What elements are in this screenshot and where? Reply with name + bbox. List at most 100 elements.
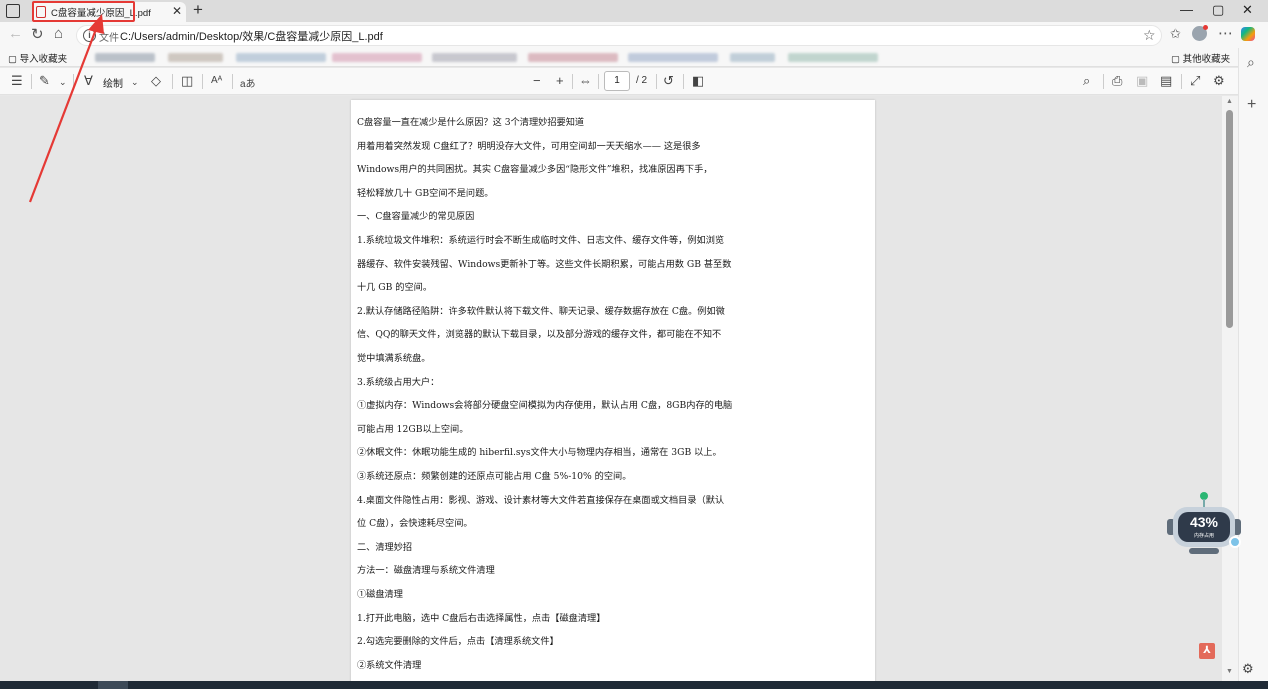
document-viewport[interactable]: C盘容量一直在减少是什么原因？这 3个清理妙招要知道 用着用着突然发现 C盘红了？… <box>0 96 1222 689</box>
back-icon[interactable]: ← <box>8 25 23 42</box>
scroll-up-icon[interactable]: ▲ <box>1226 98 1233 105</box>
eraser-icon[interactable]: ◇ <box>151 73 161 89</box>
document-line: 可能占用 12GB以上空间。 <box>357 423 469 435</box>
acrobat-icon[interactable]: ⅄ <box>1199 643 1215 659</box>
address-bar[interactable]: i 文件 C:/Users/admin/Desktop/效果/C盘容量减少原因_… <box>76 25 1162 46</box>
document-line: 位 C盘），会快速耗尽空间。 <box>357 518 473 530</box>
toolbar-divider <box>172 74 173 89</box>
document-line: ②系统文件清理 <box>357 659 422 671</box>
document-line: 4.桌面文件隐性占用：影视、游戏、设计素材等大文件若直接保存在桌面或文档目录（默… <box>357 494 725 506</box>
document-line: ①磁盘清理 <box>357 589 403 600</box>
info-icon[interactable]: i <box>83 29 96 42</box>
contents-icon[interactable]: ☰ <box>11 73 23 89</box>
favorites-bar: ▢ 导入收藏夹 ▢ 其他收藏夹 <box>0 48 1268 67</box>
settings-gear-icon[interactable]: ⚙ <box>1213 73 1225 89</box>
favorites-icon[interactable]: ✩ <box>1170 26 1181 42</box>
document-line: 2.勾选完要删除的文件后，点击【清理系统文件】 <box>357 636 559 648</box>
document-line: 方法一：磁盘清理与系统文件清理 <box>357 565 495 577</box>
more-menu-icon[interactable]: ⋯ <box>1218 24 1233 42</box>
document-line: ①虚拟内存：Windows会将部分硬盘空间模拟为内存使用，默认占用 C盘，8GB… <box>357 400 733 412</box>
document-line: 二、清理妙招 <box>357 541 413 553</box>
page-number-input[interactable]: 1 <box>604 71 630 91</box>
toolbar-divider <box>656 74 657 89</box>
tab-strip: C盘容量减少原因_L.pdf ✕ + — ▢ ✕ <box>0 0 1268 22</box>
chevron-down-icon[interactable]: ⌄ <box>59 77 67 88</box>
document-line: Windows用户的共同困扰。其实 C盘容量减少多因“隐形文件”堆积，找准原因再… <box>357 164 713 176</box>
tab-title: C盘容量减少原因_L.pdf <box>51 8 151 19</box>
tab-close-icon[interactable]: ✕ <box>172 4 182 18</box>
tab-active-pdf[interactable]: C盘容量减少原因_L.pdf ✕ <box>32 2 186 22</box>
read-aloud-icon[interactable]: aあ <box>240 75 256 90</box>
favorite-item-blurred[interactable] <box>168 53 223 62</box>
fit-page-icon[interactable]: ⇔ <box>579 73 592 88</box>
rotate-icon[interactable]: ↺ <box>663 73 674 89</box>
scroll-down-icon[interactable]: ▼ <box>1226 668 1233 675</box>
new-tab-button[interactable]: + <box>193 0 203 20</box>
document-line: 1.打开此电脑，选中 C盘后右击选择属性，点击【磁盘清理】 <box>357 612 606 624</box>
home-icon[interactable]: ⌂ <box>54 25 63 42</box>
refresh-icon[interactable]: ↻ <box>31 25 44 43</box>
save-as-icon[interactable]: ▤ <box>1160 73 1172 89</box>
draw-label[interactable]: 绘制 <box>103 75 123 90</box>
vertical-scrollbar[interactable]: ▲ ▼ <box>1222 96 1238 681</box>
save-icon[interactable]: ▣ <box>1136 73 1148 89</box>
two-page-view-icon[interactable]: ◧ <box>692 73 704 89</box>
favorite-item-blurred[interactable] <box>628 53 718 62</box>
maximize-button[interactable]: ▢ <box>1212 2 1224 18</box>
sidebar-add-icon[interactable]: + <box>1247 96 1256 114</box>
widget-settings-icon[interactable] <box>1229 536 1241 548</box>
document-line: 十几 GB 的空间。 <box>357 282 433 294</box>
address-prefix: 文件 <box>99 33 119 44</box>
other-favorites-link[interactable]: ▢ 其他收藏夹 <box>1171 51 1230 65</box>
memory-usage-widget[interactable]: 43% 内存占用 <box>1167 490 1241 558</box>
copilot-icon[interactable] <box>1241 27 1255 41</box>
document-line: 器缓存、软件安装残留、Windows更新补丁等。这些文件长期积累，可能占用数 G… <box>357 258 732 270</box>
favorite-item-blurred[interactable] <box>528 53 618 62</box>
document-line: 用着用着突然发现 C盘红了？明明没存大文件，可用空间却一天天缩水—— 这是很多 <box>357 140 701 152</box>
zoom-out-button[interactable]: − <box>533 73 541 88</box>
taskbar <box>0 681 1268 689</box>
document-line: 1.系统垃圾文件堆积：系统运行时会不断生成临时文件、日志文件、缓存文件等，例如浏… <box>357 235 725 246</box>
print-icon[interactable]: ⎙ <box>1112 73 1122 89</box>
widget-face: 43% 内存占用 <box>1178 512 1230 542</box>
draw-icon[interactable]: ∀ <box>84 73 93 89</box>
highlight-icon[interactable]: ✎ <box>39 73 50 89</box>
favorite-item-blurred[interactable] <box>730 53 775 62</box>
address-url[interactable]: C:/Users/admin/Desktop/效果/C盘容量减少原因_L.pdf <box>120 28 383 44</box>
favorite-item-blurred[interactable] <box>236 53 326 62</box>
favorite-item-blurred[interactable] <box>332 53 422 62</box>
document-line: 一、C盘容量减少的常见原因 <box>357 211 475 223</box>
search-icon[interactable]: ⌕ <box>1083 73 1090 89</box>
text-size-icon[interactable]: Aᴬ <box>211 75 222 86</box>
sidebar-settings-icon[interactable]: ⚙ <box>1242 661 1254 677</box>
notification-dot <box>1203 25 1208 30</box>
zoom-in-button[interactable]: + <box>556 73 564 88</box>
chevron-down-icon[interactable]: ⌄ <box>131 77 139 88</box>
address-row: ← ↻ ⌂ i 文件 C:/Users/admin/Desktop/效果/C盘容… <box>0 22 1268 48</box>
memory-percent: 43% <box>1189 514 1219 530</box>
import-favorites-link[interactable]: ▢ 导入收藏夹 <box>8 51 67 65</box>
toolbar-divider <box>1103 74 1104 89</box>
minimize-button[interactable]: — <box>1180 2 1193 17</box>
document-line: 轻松释放几十 GB空间不是问题。 <box>357 187 494 199</box>
toolbar-divider <box>202 74 203 89</box>
favorite-item-blurred[interactable] <box>432 53 517 62</box>
widget-head: 43% 内存占用 <box>1173 507 1235 547</box>
document-line: 2.默认存储路径陷阱：许多软件默认将下载文件、聊天记录、缓存数据存放在 C盘。例… <box>357 305 725 317</box>
tab-actions-icon[interactable] <box>6 4 20 18</box>
page-view-icon[interactable]: ◫ <box>181 73 193 89</box>
memory-label: 内存占用 <box>1193 533 1214 539</box>
toolbar-divider <box>73 74 74 89</box>
sidebar-search-icon[interactable]: ⌕ <box>1247 54 1255 71</box>
document-line: ③系统还原点：频繁创建的还原点可能占用 C盘 5%-10% 的空间。 <box>357 471 632 482</box>
favorite-star-icon[interactable]: ☆ <box>1143 27 1156 44</box>
document-line: 觉中填满系统盘。 <box>357 353 431 364</box>
fullscreen-icon[interactable]: ⤢ <box>1190 73 1200 89</box>
page-total: / 2 <box>636 75 648 86</box>
favorite-item-blurred[interactable] <box>788 53 878 62</box>
scroll-thumb[interactable] <box>1226 110 1233 328</box>
taskbar-item[interactable] <box>98 681 128 689</box>
window-close-button[interactable]: ✕ <box>1242 2 1253 18</box>
toolbar-divider <box>683 74 684 89</box>
favorite-item-blurred[interactable] <box>95 53 155 62</box>
